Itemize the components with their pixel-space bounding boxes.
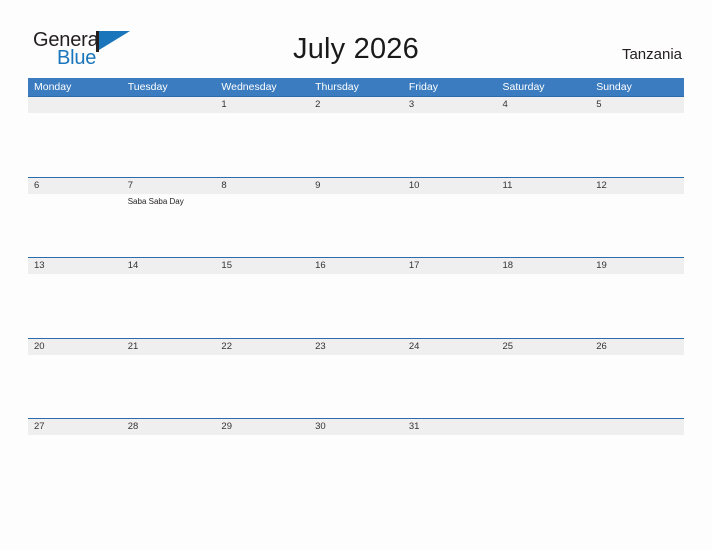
page-header: General Blue July 2026 Tanzania xyxy=(0,0,712,76)
day-cell[interactable]: 11 xyxy=(497,178,591,257)
day-number: 31 xyxy=(408,421,420,432)
day-number: 5 xyxy=(596,99,602,110)
day-number: 14 xyxy=(127,260,139,271)
day-cell[interactable]: 23 xyxy=(309,339,403,418)
weekday-header-thursday: Thursday xyxy=(315,81,359,93)
day-cell[interactable]: 28 xyxy=(122,419,216,498)
weekday-header-monday: Monday xyxy=(34,81,72,93)
day-cell[interactable]: 25 xyxy=(497,339,591,418)
day-cell[interactable]: 17 xyxy=(403,258,497,337)
day-number: 24 xyxy=(408,340,420,352)
day-number: 21 xyxy=(127,340,139,352)
calendar-week-row: 1 2 3 4 5 xyxy=(28,96,684,177)
day-number: 25 xyxy=(502,340,514,352)
calendar-week-row: 6 7 Saba Saba Day 8 9 10 11 12 xyxy=(28,176,684,258)
day-cell[interactable]: 20 xyxy=(28,339,122,418)
calendar-weeks: 1 2 3 4 5 6 7 Saba Saba Day 8 9 10 11 12 13 14 15 16 17 18… xyxy=(28,96,684,499)
week-row-cells: 1 2 3 4 5 xyxy=(28,97,684,176)
day-number: 11 xyxy=(502,179,513,191)
weekday-header-wednesday: Wednesday xyxy=(221,81,277,93)
holiday-event: Saba Saba Day xyxy=(127,196,184,206)
day-cell[interactable]: 29 xyxy=(215,419,309,498)
day-cell[interactable]: 4 xyxy=(497,97,591,176)
day-cell[interactable]: 2 xyxy=(309,97,403,176)
day-number: 6 xyxy=(34,179,40,191)
day-events: Saba Saba Day xyxy=(128,196,215,207)
calendar-week-row: 27 28 29 30 31 xyxy=(28,418,684,499)
day-cell[interactable]: 7 Saba Saba Day xyxy=(122,178,216,257)
day-number: 30 xyxy=(315,421,326,432)
day-cell[interactable]: 19 xyxy=(590,258,684,337)
day-number: 26 xyxy=(596,340,607,352)
day-number: 22 xyxy=(221,340,232,352)
day-cell[interactable]: 31 xyxy=(403,419,497,498)
day-number: 20 xyxy=(34,340,45,352)
day-number: 29 xyxy=(221,421,232,432)
day-number: 27 xyxy=(34,421,45,432)
day-cell[interactable]: 6 xyxy=(28,178,122,257)
day-cell[interactable]: 16 xyxy=(309,258,403,337)
calendar-week-row: 20 21 22 23 24 25 26 xyxy=(28,337,684,419)
day-cell[interactable]: 18 xyxy=(497,258,591,337)
day-number: 19 xyxy=(596,260,607,271)
day-cell[interactable]: 22 xyxy=(215,339,309,418)
day-number: 17 xyxy=(408,260,420,271)
day-number: 1 xyxy=(221,99,227,110)
day-number: 12 xyxy=(596,179,607,191)
day-cell[interactable]: 1 xyxy=(215,97,309,176)
locale-label: Tanzania xyxy=(621,46,682,63)
day-number: 9 xyxy=(315,179,321,191)
day-number: 16 xyxy=(315,260,326,271)
day-number: 15 xyxy=(221,260,232,271)
week-row-cells: 6 7 Saba Saba Day 8 9 10 11 12 xyxy=(28,178,684,257)
day-cell[interactable]: 10 xyxy=(403,178,497,257)
day-cell[interactable]: 5 xyxy=(590,97,684,176)
weekday-header-friday: Friday xyxy=(408,81,438,93)
day-cell-empty xyxy=(497,419,591,498)
day-number: 13 xyxy=(34,260,45,271)
week-row-cells: 27 28 29 30 31 xyxy=(28,419,684,498)
day-cell[interactable]: 21 xyxy=(122,339,216,418)
day-number: 23 xyxy=(315,340,326,352)
day-cell[interactable]: 26 xyxy=(590,339,684,418)
week-row-cells: 13 14 15 16 17 18 19 xyxy=(28,258,684,337)
day-number: 18 xyxy=(502,260,514,271)
day-cell[interactable]: 30 xyxy=(309,419,403,498)
day-cell[interactable]: 13 xyxy=(28,258,122,337)
calendar-grid: Monday Tuesday Wednesday Thursday Friday… xyxy=(28,78,684,499)
day-cell-empty xyxy=(590,419,684,498)
day-cell-empty xyxy=(28,97,122,176)
weekday-header-tuesday: Tuesday xyxy=(127,81,168,93)
day-cell[interactable]: 27 xyxy=(28,419,122,498)
day-cell[interactable]: 15 xyxy=(215,258,309,337)
page-title: July 2026 xyxy=(293,33,419,65)
day-number: 8 xyxy=(221,179,227,191)
day-number: 10 xyxy=(408,179,420,191)
day-number: 28 xyxy=(127,421,139,432)
week-row-cells: 20 21 22 23 24 25 26 xyxy=(28,339,684,418)
day-number: 7 xyxy=(127,179,133,191)
day-cell[interactable]: 8 xyxy=(215,178,309,257)
day-number: 4 xyxy=(502,99,508,110)
day-cell[interactable]: 14 xyxy=(122,258,216,337)
day-cell[interactable]: 12 xyxy=(590,178,684,257)
day-number: 3 xyxy=(408,99,415,110)
day-cell[interactable]: 9 xyxy=(309,178,403,257)
day-number: 2 xyxy=(315,99,321,110)
day-cell[interactable]: 24 xyxy=(403,339,497,418)
day-cell[interactable]: 3 xyxy=(403,97,497,176)
calendar-week-row: 13 14 15 16 17 18 19 xyxy=(28,257,684,338)
day-cell-empty xyxy=(122,97,216,176)
weekday-header-sunday: Sunday xyxy=(596,81,632,93)
weekday-header-row: Monday Tuesday Wednesday Thursday Friday… xyxy=(28,78,684,96)
weekday-header-saturday: Saturday xyxy=(502,81,545,93)
